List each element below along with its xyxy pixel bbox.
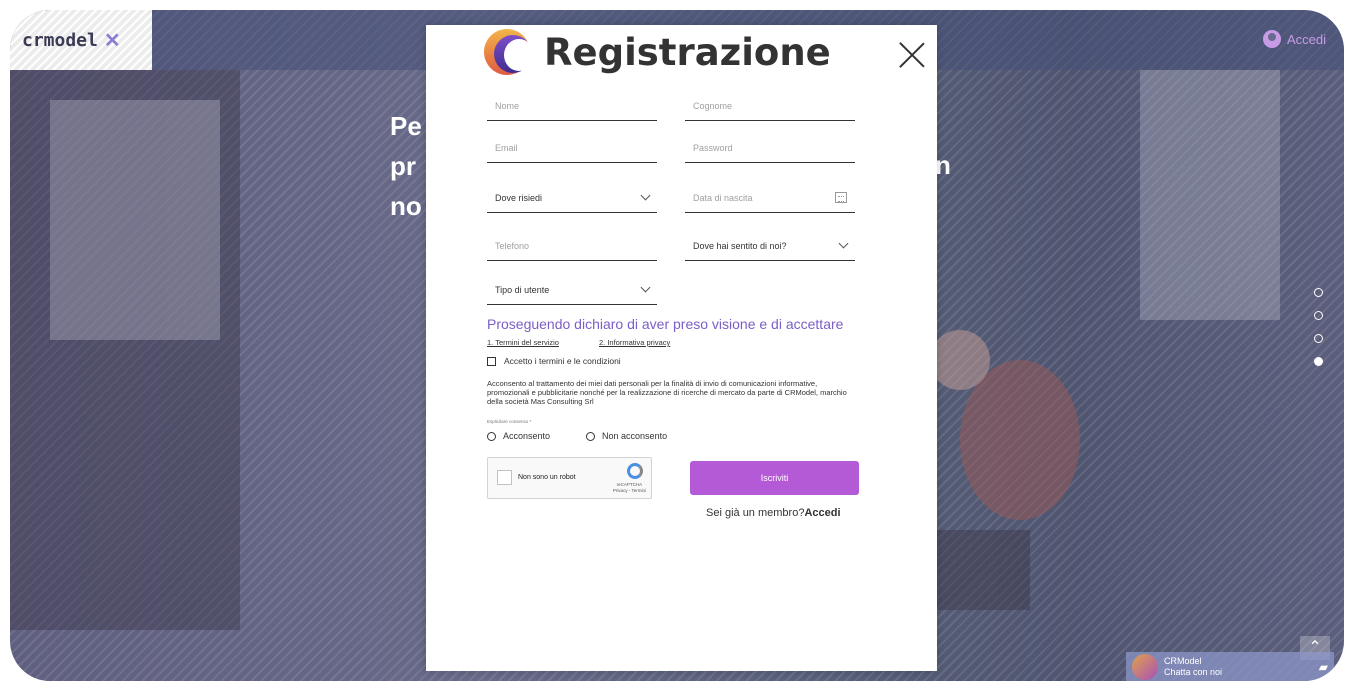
- signup-button[interactable]: Iscriviti: [690, 461, 859, 495]
- slider-dot[interactable]: [1314, 311, 1323, 320]
- terms-checkbox[interactable]: [487, 356, 496, 366]
- email-field[interactable]: Email: [487, 133, 657, 163]
- radio-acconsento[interactable]: Acconsento: [487, 431, 550, 441]
- birthdate-field[interactable]: Data di nascita: [685, 183, 855, 213]
- consent-radio-group: Acconsento Non acconsento: [487, 431, 667, 441]
- chat-widget[interactable]: CRModel Chatta con noi ▰: [1126, 652, 1334, 681]
- recaptcha-label: Non sono un robot: [518, 474, 576, 481]
- modal-title: Registrazione: [544, 30, 831, 74]
- nome-field[interactable]: Nome: [487, 91, 657, 121]
- site-logo[interactable]: crmodel ✕: [10, 10, 152, 70]
- registration-modal: Registrazione Nome Cognome Email Passwor…: [426, 25, 937, 671]
- email-placeholder: Email: [495, 142, 518, 153]
- hero-line: pr: [390, 151, 416, 181]
- background-person: [930, 330, 990, 390]
- login-link[interactable]: Accedi: [1262, 30, 1326, 48]
- birthdate-placeholder: Data di nascita: [693, 192, 753, 203]
- chat-title: CRModel: [1164, 656, 1202, 666]
- phone-field[interactable]: Telefono: [487, 231, 657, 261]
- login-label: Accedi: [1286, 31, 1326, 47]
- recaptcha-branding: reCAPTCHA Privacy - Termini: [613, 482, 646, 494]
- hero-line: no: [390, 191, 422, 221]
- recaptcha-logo-icon: [627, 463, 643, 479]
- calendar-icon[interactable]: [835, 192, 847, 203]
- consent-links: 1. Termini del servizio 2. Informativa p…: [487, 338, 670, 347]
- consent-title: Proseguendo dichiaro di aver preso visio…: [487, 316, 844, 332]
- cognome-field[interactable]: Cognome: [685, 91, 855, 121]
- phone-placeholder: Telefono: [495, 240, 530, 251]
- terms-checkbox-label: Accetto i termini e le condizioni: [504, 356, 621, 366]
- privacy-link[interactable]: 2. Informativa privacy: [599, 338, 670, 347]
- chevron-down-icon: [838, 238, 849, 249]
- hero-heading: Pe pr no: [390, 106, 422, 226]
- chat-text: CRModel Chatta con noi: [1164, 656, 1313, 678]
- recaptcha-widget: Non sono un robot reCAPTCHA Privacy - Te…: [487, 457, 652, 499]
- nome-placeholder: Nome: [495, 100, 520, 111]
- chat-bubble-icon: ▰: [1318, 660, 1328, 674]
- recaptcha-checkbox[interactable]: [497, 470, 512, 485]
- chevron-down-icon: [640, 282, 651, 293]
- recaptcha-links[interactable]: Privacy - Termini: [613, 488, 646, 494]
- chat-subtitle: Chatta con noi: [1164, 667, 1223, 677]
- slider-dot-active[interactable]: [1314, 357, 1323, 366]
- radio-non-acconsento[interactable]: Non acconsento: [586, 431, 667, 441]
- slider-dot[interactable]: [1314, 288, 1323, 297]
- radio-button[interactable]: [487, 431, 496, 441]
- member-text: Sei già un membro?: [706, 507, 805, 519]
- member-login-line: Sei già un membro?Accedi: [706, 507, 841, 519]
- close-icon[interactable]: [899, 42, 925, 68]
- terms-link[interactable]: 1. Termini del servizio: [487, 338, 559, 347]
- chat-logo: [1132, 654, 1158, 680]
- background-window-right: [1140, 70, 1280, 320]
- source-value: Dove hai sentito di noi?: [693, 240, 787, 251]
- logo-mark-icon: ✕: [103, 29, 121, 52]
- user-type-select[interactable]: Tipo di utente: [487, 275, 657, 305]
- radio-label: Acconsento: [503, 431, 551, 441]
- brand-logo-icon: [484, 29, 534, 75]
- explicit-consent-label: Esplicitare consenso *: [487, 419, 532, 424]
- residence-value: Dove risiedi: [495, 192, 543, 203]
- radio-button[interactable]: [586, 431, 596, 441]
- background-window-left: [50, 100, 220, 340]
- hero-heading-fragment: n: [935, 150, 951, 180]
- hero-line: Pe: [390, 111, 422, 141]
- user-icon: [1262, 30, 1281, 48]
- modal-header: Registrazione: [484, 29, 831, 75]
- terms-checkbox-row[interactable]: Accetto i termini e le condizioni: [487, 356, 621, 366]
- residence-select[interactable]: Dove risiedi: [487, 183, 657, 213]
- privacy-consent-text: Acconsento al trattamento dei miei dati …: [487, 379, 847, 406]
- password-field[interactable]: Password: [685, 133, 855, 163]
- chevron-down-icon: [640, 190, 651, 201]
- slider-dot[interactable]: [1314, 334, 1323, 343]
- source-select[interactable]: Dove hai sentito di noi?: [685, 231, 855, 261]
- slider-dots: [1314, 288, 1323, 366]
- radio-label: Non acconsento: [602, 431, 668, 441]
- cognome-placeholder: Cognome: [693, 100, 733, 111]
- member-login-link[interactable]: Accedi: [804, 507, 840, 519]
- logo-text: crmodel: [22, 29, 98, 51]
- user-type-value: Tipo di utente: [495, 284, 550, 295]
- password-placeholder: Password: [693, 142, 733, 153]
